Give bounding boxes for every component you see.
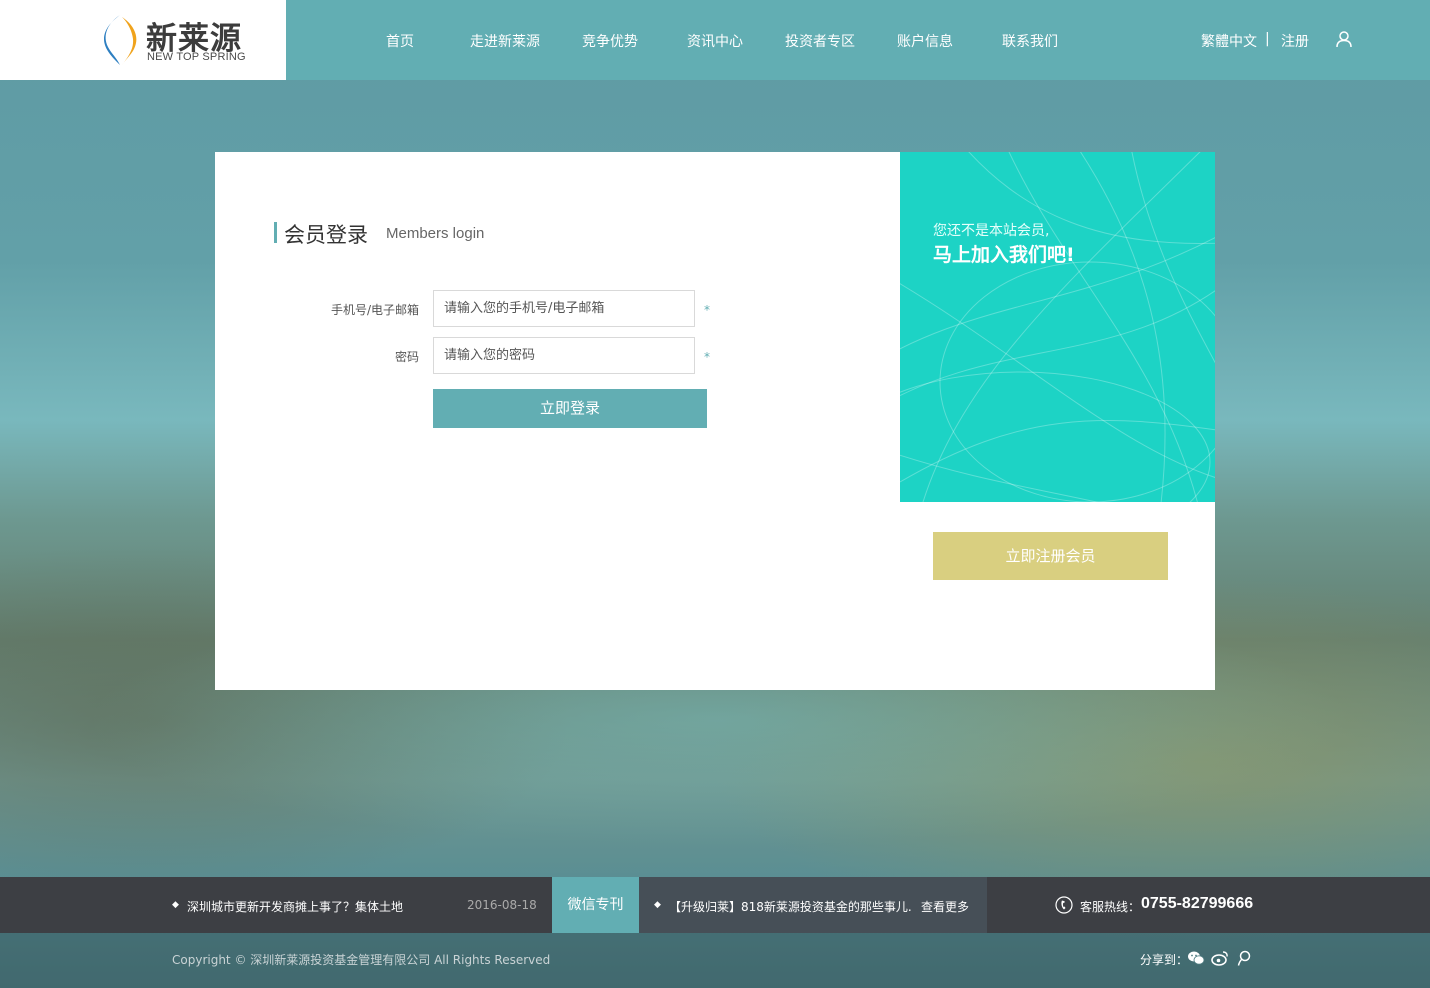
login-card: 会员登录 Members login 手机号/电子邮箱 * 密码 * 立即登录 — [215, 152, 1215, 690]
hotline-label: 客服热线： — [1080, 900, 1141, 914]
tencent-weibo-icon[interactable] — [1235, 949, 1253, 967]
nav-advantages[interactable]: 竞争优势 — [582, 31, 638, 51]
promo-headline: 马上加入我们吧! — [933, 244, 1075, 266]
join-promo-panel: 您还不是本站会员, 马上加入我们吧! — [900, 152, 1215, 502]
account-label: 手机号/电子邮箱 — [330, 303, 419, 317]
phone-icon — [1055, 896, 1073, 914]
nav-news[interactable]: 资讯中心 — [687, 31, 743, 51]
logo[interactable]: 新莱源 NEW TOP SPRING — [0, 0, 286, 80]
title-accent-bar — [274, 222, 277, 243]
header-separator: | — [1265, 31, 1270, 47]
nav-account[interactable]: 账户信息 — [897, 31, 953, 51]
news-headline-link[interactable]: 深圳城市更新开发商摊上事了？集体土地 — [187, 898, 403, 915]
wechat-article-link[interactable]: 【升级归莱】818新莱源投资基金的那些事儿... — [669, 898, 913, 915]
account-input[interactable] — [433, 290, 695, 327]
user-icon[interactable] — [1335, 30, 1353, 48]
password-input[interactable] — [433, 337, 695, 374]
promo-subtext: 您还不是本站会员, — [933, 223, 1050, 239]
logo-subtext: NEW TOP SPRING — [147, 51, 246, 63]
login-button[interactable]: 立即登录 — [433, 389, 707, 428]
copyright-text: Copyright © 深圳新莱源投资基金管理有限公司 All Rights R… — [172, 953, 551, 967]
news-date: 2016-08-18 — [467, 898, 537, 912]
decorative-lines — [900, 152, 1215, 502]
account-required-mark: * — [704, 303, 710, 317]
password-label: 密码 — [394, 350, 419, 364]
weibo-icon[interactable] — [1211, 949, 1229, 967]
login-title: 会员登录 — [284, 223, 368, 247]
nav-home[interactable]: 首页 — [386, 31, 414, 51]
share-label: 分享到： — [1140, 953, 1189, 967]
wechat-icon[interactable] — [1187, 949, 1205, 967]
register-member-button[interactable]: 立即注册会员 — [933, 532, 1168, 580]
nav-investors[interactable]: 投资者专区 — [785, 31, 855, 51]
news-bar: ◆ 深圳城市更新开发商摊上事了？集体土地 2016-08-18 微信专刊 ◆ 【… — [0, 877, 1430, 933]
header-register-link[interactable]: 注册 — [1281, 31, 1309, 51]
password-required-mark: * — [704, 350, 710, 364]
nav-contact[interactable]: 联系我们 — [1002, 31, 1058, 51]
login-subtitle: Members login — [386, 225, 485, 242]
news-bullet-icon: ◆ — [172, 900, 179, 910]
footer: Copyright © 深圳新莱源投资基金管理有限公司 All Rights R… — [0, 933, 1430, 988]
site-header: 新莱源 NEW TOP SPRING 首页 走进新莱源 竞争优势 资讯中心 投资… — [0, 0, 1430, 80]
view-more-link[interactable]: 查看更多 — [921, 898, 969, 915]
wechat-column-tag[interactable]: 微信专刊 — [552, 877, 639, 933]
logo-mark-icon — [104, 15, 137, 65]
hotline-number: 0755-82799666 — [1141, 895, 1254, 912]
nav-about[interactable]: 走进新莱源 — [470, 31, 540, 51]
language-switch[interactable]: 繁體中文 — [1201, 31, 1257, 51]
wechat-bullet-icon: ◆ — [654, 900, 661, 910]
wechat-column-panel: ◆ 【升级归莱】818新莱源投资基金的那些事儿... 查看更多 — [639, 877, 987, 933]
